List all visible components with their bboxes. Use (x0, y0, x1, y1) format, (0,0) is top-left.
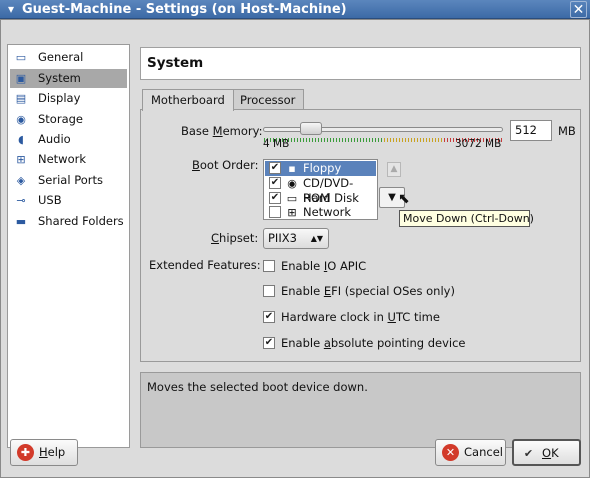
base-memory-slider[interactable] (263, 122, 503, 135)
sidebar-item-shared-folders[interactable]: ▬ Shared Folders (10, 212, 127, 231)
page-header: System (140, 47, 581, 80)
memory-max-label: 3072 MB (455, 138, 502, 150)
base-memory-input[interactable]: 512 (510, 120, 552, 141)
boot-item-label: Hard Disk (303, 191, 359, 205)
memory-min-label: 4 MB (263, 138, 290, 150)
sidebar-item-label: Serial Ports (38, 173, 103, 187)
settings-window: ▭ General ▣ System ▤ Display ◉ Storage ◖… (0, 19, 590, 478)
tab-widget: Motherboard Processor Base Memory: 4 MB … (140, 89, 581, 362)
io-apic-checkbox[interactable] (263, 260, 275, 272)
boot-checkbox[interactable]: ✔ (269, 177, 281, 189)
sidebar-item-label: Audio (38, 132, 71, 146)
folder-icon: ▬ (15, 215, 27, 228)
boot-checkbox[interactable]: ✔ (269, 192, 281, 204)
settings-sidebar: ▭ General ▣ System ▤ Display ◉ Storage ◖… (7, 44, 130, 448)
sidebar-item-label: USB (38, 193, 62, 207)
motherboard-panel: Base Memory: 4 MB 3072 MB 512 MB Boot Or… (140, 109, 581, 362)
sidebar-item-audio[interactable]: ◖ Audio (10, 130, 127, 149)
sidebar-item-label: Display (38, 91, 81, 105)
usb-icon: ⊸ (16, 194, 26, 207)
network-icon: ⊞ (16, 153, 26, 166)
title-bar[interactable]: ▾ Guest-Machine - Settings (on Host-Mach… (0, 0, 590, 19)
absolute-pointing-checkbox[interactable]: ✔ (263, 337, 275, 349)
description-panel: Moves the selected boot device down. (140, 372, 581, 448)
cd-icon: ◉ (287, 177, 297, 190)
boot-item-cd-dvd[interactable]: ✔ ◉ CD/DVD-ROM (265, 176, 376, 205)
chipset-label: Chipset: (211, 231, 259, 245)
boot-item-label: Floppy (303, 161, 342, 175)
memory-scale-warn (384, 138, 444, 142)
chipset-value: PIIX3 (268, 231, 297, 245)
cancel-icon: ✕ (442, 444, 459, 461)
page-title: System (147, 55, 204, 71)
help-lifebuoy-icon: ✚ (17, 444, 34, 461)
display-icon: ▤ (15, 92, 27, 105)
chipset-select[interactable]: PIIX3 ▲▼ (263, 228, 329, 249)
disk-icon: ◉ (16, 113, 26, 126)
ok-button[interactable]: ✔ OK (512, 439, 581, 466)
tab-motherboard[interactable]: Motherboard (142, 89, 234, 111)
cancel-button[interactable]: ✕ Cancel (435, 439, 506, 466)
sidebar-item-general[interactable]: ▭ General (10, 48, 127, 67)
window-title: Guest-Machine - Settings (on Host-Machin… (22, 2, 347, 17)
move-up-button[interactable]: ▲ (387, 162, 401, 177)
boot-checkbox[interactable]: ✔ (269, 162, 281, 174)
sidebar-item-usb[interactable]: ⊸ USB (10, 191, 127, 210)
feature-label: Enable EFI (special OSes only) (281, 284, 455, 298)
floppy-icon: ▪ (288, 162, 296, 175)
monitor-icon: ▭ (15, 51, 27, 64)
boot-item-label: Network (303, 205, 352, 219)
boot-item-floppy[interactable]: ✔ ▪ Floppy (265, 161, 376, 176)
ok-check-icon: ✔ (523, 447, 534, 460)
sidebar-item-display[interactable]: ▤ Display (10, 89, 127, 108)
serial-port-icon: ◈ (16, 174, 26, 187)
help-button-label: Help (39, 445, 66, 459)
network-icon: ⊞ (287, 206, 297, 219)
memory-unit-label: MB (558, 124, 576, 138)
move-down-tooltip: Move Down (Ctrl-Down) (399, 210, 534, 227)
description-text: Moves the selected boot device down. (147, 380, 368, 394)
close-icon[interactable]: ✕ (570, 1, 587, 18)
sidebar-item-label: Storage (38, 112, 83, 126)
sidebar-item-label: Shared Folders (38, 214, 124, 228)
sidebar-item-serial-ports[interactable]: ◈ Serial Ports (10, 171, 127, 190)
help-button[interactable]: ✚ Help (10, 439, 78, 466)
boot-order-list[interactable]: ✔ ▪ Floppy ✔ ◉ CD/DVD-ROM ✔ ▭ Hard Disk … (263, 159, 378, 220)
boot-item-network[interactable]: ⊞ Network (265, 205, 376, 220)
tab-processor[interactable]: Processor (231, 89, 305, 110)
sidebar-item-label: General (38, 50, 84, 64)
feature-label: Enable absolute pointing device (281, 336, 466, 350)
ok-button-label: OK (542, 446, 559, 460)
feature-label: Hardware clock in UTC time (281, 310, 440, 324)
hard-disk-icon: ▭ (286, 192, 298, 205)
base-memory-label: Base Memory: (181, 124, 263, 138)
sidebar-item-storage[interactable]: ◉ Storage (10, 110, 127, 129)
chip-icon: ▣ (15, 72, 27, 85)
sidebar-item-label: System (38, 71, 81, 85)
window-menu-icon[interactable]: ▾ (3, 1, 19, 17)
sidebar-item-system[interactable]: ▣ System (10, 69, 127, 88)
speaker-icon: ◖ (18, 133, 24, 146)
sidebar-item-label: Network (38, 152, 87, 166)
boot-order-label: Boot Order: (192, 158, 259, 172)
cancel-button-label: Cancel (464, 445, 503, 459)
spin-arrows-icon: ▲▼ (310, 234, 323, 243)
sidebar-item-network[interactable]: ⊞ Network (10, 150, 127, 169)
boot-item-hard-disk[interactable]: ✔ ▭ Hard Disk (265, 191, 376, 206)
slider-handle[interactable] (300, 122, 322, 135)
efi-checkbox[interactable] (263, 285, 275, 297)
feature-label: Enable IO APIC (281, 259, 367, 273)
boot-checkbox[interactable] (269, 206, 281, 218)
mouse-cursor-icon: ⬉ (398, 191, 410, 207)
extended-features-label: Extended Features: (149, 258, 261, 272)
utc-clock-checkbox[interactable]: ✔ (263, 311, 275, 323)
